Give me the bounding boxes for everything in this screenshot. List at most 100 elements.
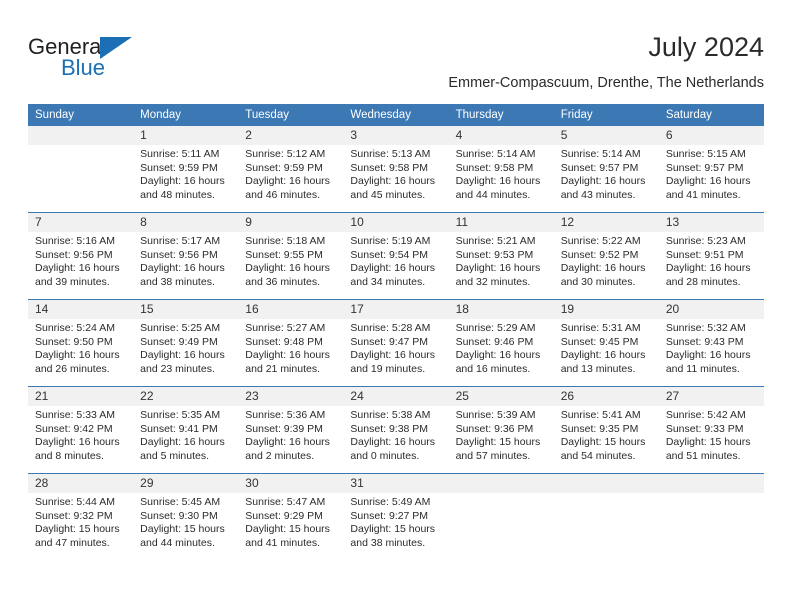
calendar-day-cell[interactable]: 13 Sunrise: 5:23 AM Sunset: 9:51 PM Dayligh… (658, 212, 764, 300)
day-details (28, 145, 133, 148)
day-detail-sunrise: Sunrise: 5:16 AM (35, 235, 115, 247)
day-detail-daylight-1: Daylight: 16 hours (245, 349, 330, 362)
calendar-day-cell[interactable]: 9 Sunrise: 5:18 AM Sunset: 9:55 PM Daylight… (238, 212, 344, 300)
day-details (449, 493, 554, 496)
calendar-day-cell[interactable]: 8 Sunrise: 5:17 AM Sunset: 9:56 PM Daylight… (133, 212, 239, 300)
day-detail-daylight-2: and 2 minutes. (245, 449, 315, 462)
calendar-day-cell[interactable]: 22 Sunrise: 5:35 AM Sunset: 9:41 PM Dayligh… (133, 386, 239, 474)
day-details: Sunrise: 5:35 AM Sunset: 9:41 PM Daylight:… (133, 406, 238, 463)
calendar-day-cell[interactable]: 6 Sunrise: 5:15 AM Sunset: 9:57 PM Daylight… (658, 126, 764, 213)
weekday-header-friday: Friday (553, 104, 659, 126)
calendar-day-cell[interactable]: 25 Sunrise: 5:39 AM Sunset: 9:36 PM Dayligh… (448, 386, 554, 474)
calendar-day-cell[interactable]: 2 Sunrise: 5:12 AM Sunset: 9:59 PM Daylight… (238, 126, 344, 213)
day-detail-daylight-1: Daylight: 16 hours (560, 349, 646, 362)
day-detail-sunrise: Sunrise: 5:23 AM (665, 235, 746, 247)
day-detail-sunrise: Sunrise: 5:44 AM (35, 496, 115, 508)
day-cell-content: 21 Sunrise: 5:33 AM Sunset: 9:42 PM Dayligh… (28, 387, 134, 473)
day-detail-sunrise: Sunrise: 5:12 AM (245, 148, 326, 160)
day-cell-content: 18 Sunrise: 5:29 AM Sunset: 9:46 PM Dayligh… (448, 300, 554, 386)
general-blue-logo[interactable]: General Blue (28, 34, 208, 86)
day-detail-daylight-1: Daylight: 16 hours (560, 262, 646, 275)
calendar-day-cell[interactable]: 15 Sunrise: 5:25 AM Sunset: 9:49 PM Dayligh… (133, 299, 239, 387)
calendar-day-cell[interactable]: 5 Sunrise: 5:14 AM Sunset: 9:57 PM Daylight… (553, 126, 659, 213)
calendar-week-row: 1 Sunrise: 5:11 AM Sunset: 9:59 PM Daylight… (28, 126, 764, 213)
day-detail-daylight-1: Daylight: 16 hours (350, 349, 436, 362)
calendar-day-cell[interactable]: 21 Sunrise: 5:33 AM Sunset: 9:42 PM Dayligh… (28, 386, 134, 474)
day-details: Sunrise: 5:49 AM Sunset: 9:27 PM Daylight:… (343, 493, 448, 550)
calendar-day-cell[interactable]: 17 Sunrise: 5:28 AM Sunset: 9:47 PM Dayligh… (343, 299, 449, 387)
day-detail-sunset: Sunset: 9:46 PM (455, 335, 534, 348)
calendar-day-cell[interactable]: 11 Sunrise: 5:21 AM Sunset: 9:53 PM Dayligh… (448, 212, 554, 300)
day-detail-sunset: Sunset: 9:50 PM (35, 335, 113, 348)
day-detail-daylight-2: and 16 minutes. (455, 362, 531, 375)
day-details: Sunrise: 5:14 AM Sunset: 9:58 PM Daylight:… (449, 145, 554, 202)
day-detail-sunrise: Sunrise: 5:24 AM (35, 322, 115, 334)
day-detail-daylight-2: and 5 minutes. (140, 449, 210, 462)
day-detail-sunrise: Sunrise: 5:17 AM (140, 235, 221, 247)
calendar-body: 1 Sunrise: 5:11 AM Sunset: 9:59 PM Daylight… (28, 126, 764, 560)
day-detail-sunrise: Sunrise: 5:41 AM (560, 409, 641, 421)
day-detail-sunrise: Sunrise: 5:21 AM (455, 235, 536, 247)
day-detail-sunset: Sunset: 9:54 PM (350, 248, 429, 261)
calendar-day-cell[interactable]: 27 Sunrise: 5:42 AM Sunset: 9:33 PM Dayligh… (658, 386, 764, 474)
page-header: General Blue July 2024 Emmer-Compascuum,… (28, 26, 764, 98)
day-cell-content: 12 Sunrise: 5:22 AM Sunset: 9:52 PM Dayligh… (553, 213, 659, 299)
day-detail-sunset: Sunset: 9:27 PM (350, 509, 429, 522)
day-detail-daylight-1: Daylight: 15 hours (560, 436, 646, 449)
calendar-day-cell[interactable]: 31 Sunrise: 5:49 AM Sunset: 9:27 PM Dayligh… (343, 473, 449, 560)
calendar-day-cell[interactable]: 29 Sunrise: 5:45 AM Sunset: 9:30 PM Dayligh… (133, 473, 239, 560)
day-detail-daylight-2: and 0 minutes. (350, 449, 420, 462)
day-detail-sunset: Sunset: 9:43 PM (665, 335, 744, 348)
day-number: 13 (658, 213, 764, 232)
day-detail-sunset: Sunset: 9:47 PM (350, 335, 429, 348)
day-details: Sunrise: 5:13 AM Sunset: 9:58 PM Daylight:… (343, 145, 448, 202)
day-number: 23 (238, 387, 344, 406)
calendar-day-cell[interactable]: 14 Sunrise: 5:24 AM Sunset: 9:50 PM Dayligh… (28, 299, 134, 387)
calendar-day-cell[interactable]: 18 Sunrise: 5:29 AM Sunset: 9:46 PM Dayligh… (448, 299, 554, 387)
day-details (554, 493, 659, 496)
calendar-day-cell[interactable]: 23 Sunrise: 5:36 AM Sunset: 9:39 PM Dayligh… (238, 386, 344, 474)
day-details: Sunrise: 5:19 AM Sunset: 9:54 PM Daylight:… (343, 232, 448, 289)
calendar-day-cell[interactable]: 26 Sunrise: 5:41 AM Sunset: 9:35 PM Dayligh… (553, 386, 659, 474)
calendar-day-cell[interactable]: 24 Sunrise: 5:38 AM Sunset: 9:38 PM Dayligh… (343, 386, 449, 474)
day-cell-content (553, 474, 659, 560)
calendar-day-cell[interactable]: 19 Sunrise: 5:31 AM Sunset: 9:45 PM Dayligh… (553, 299, 659, 387)
day-detail-sunrise: Sunrise: 5:15 AM (665, 148, 746, 160)
calendar-day-cell[interactable]: 7 Sunrise: 5:16 AM Sunset: 9:56 PM Daylight… (28, 212, 134, 300)
day-cell-content: 15 Sunrise: 5:25 AM Sunset: 9:49 PM Dayligh… (133, 300, 239, 386)
day-detail-daylight-2: and 21 minutes. (245, 362, 320, 375)
calendar-day-cell (448, 473, 554, 560)
day-details: Sunrise: 5:33 AM Sunset: 9:42 PM Daylight:… (28, 406, 133, 463)
calendar-day-cell[interactable]: 12 Sunrise: 5:22 AM Sunset: 9:52 PM Dayligh… (553, 212, 659, 300)
day-detail-daylight-2: and 45 minutes. (350, 188, 426, 201)
day-detail-sunset: Sunset: 9:32 PM (35, 509, 113, 522)
day-detail-daylight-2: and 26 minutes. (35, 362, 110, 375)
day-detail-sunset: Sunset: 9:49 PM (140, 335, 218, 348)
day-detail-sunset: Sunset: 9:39 PM (245, 422, 323, 435)
day-detail-daylight-1: Daylight: 16 hours (665, 349, 751, 362)
calendar-day-cell[interactable]: 16 Sunrise: 5:27 AM Sunset: 9:48 PM Dayligh… (238, 299, 344, 387)
day-number: 31 (343, 474, 449, 493)
day-detail-daylight-2: and 38 minutes. (140, 275, 215, 288)
day-detail-sunrise: Sunrise: 5:11 AM (140, 148, 220, 160)
day-details: Sunrise: 5:14 AM Sunset: 9:57 PM Daylight:… (554, 145, 659, 202)
calendar-day-cell[interactable]: 20 Sunrise: 5:32 AM Sunset: 9:43 PM Dayligh… (658, 299, 764, 387)
day-detail-daylight-1: Daylight: 15 hours (35, 523, 120, 536)
day-details: Sunrise: 5:38 AM Sunset: 9:38 PM Daylight:… (343, 406, 448, 463)
day-detail-daylight-1: Daylight: 16 hours (35, 436, 120, 449)
day-detail-daylight-2: and 54 minutes. (560, 449, 636, 462)
calendar-week-row: 21 Sunrise: 5:33 AM Sunset: 9:42 PM Dayligh… (28, 386, 764, 474)
calendar-day-cell[interactable]: 1 Sunrise: 5:11 AM Sunset: 9:59 PM Daylight… (133, 126, 239, 213)
calendar-day-cell[interactable]: 10 Sunrise: 5:19 AM Sunset: 9:54 PM Dayligh… (343, 212, 449, 300)
calendar-day-cell[interactable]: 30 Sunrise: 5:47 AM Sunset: 9:29 PM Dayligh… (238, 473, 344, 560)
day-detail-daylight-2: and 51 minutes. (665, 449, 741, 462)
day-number: 19 (553, 300, 659, 319)
calendar-day-cell[interactable]: 4 Sunrise: 5:14 AM Sunset: 9:58 PM Daylight… (448, 126, 554, 213)
calendar-day-cell[interactable]: 3 Sunrise: 5:13 AM Sunset: 9:58 PM Daylight… (343, 126, 449, 213)
day-details: Sunrise: 5:15 AM Sunset: 9:57 PM Daylight:… (659, 145, 764, 202)
day-detail-daylight-1: Daylight: 15 hours (245, 523, 330, 536)
day-cell-content (28, 126, 134, 212)
day-number: 4 (448, 126, 554, 145)
calendar-day-cell[interactable]: 28 Sunrise: 5:44 AM Sunset: 9:32 PM Dayligh… (28, 473, 134, 560)
day-number: 2 (238, 126, 344, 145)
